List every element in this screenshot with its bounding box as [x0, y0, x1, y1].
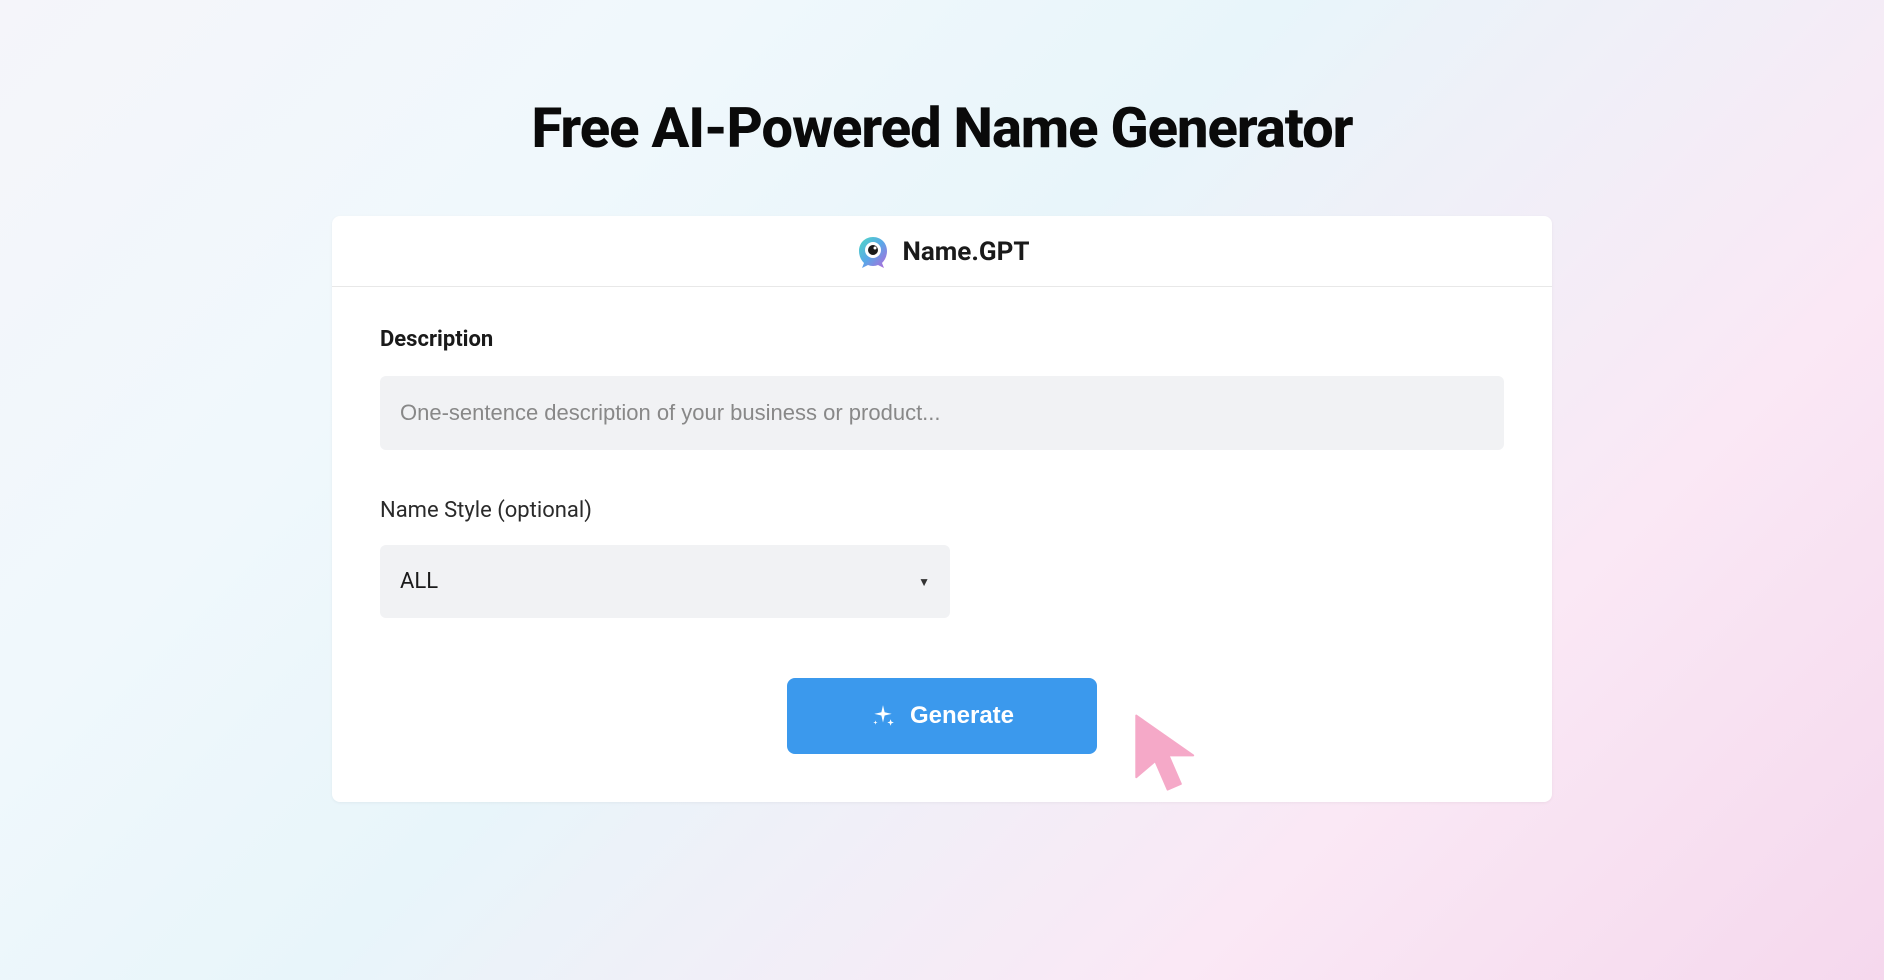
- dropdown-selected-value: ALL: [400, 569, 438, 594]
- card-body: Description Name Style (optional) ALL ▼ …: [332, 287, 1552, 802]
- name-style-label: Name Style (optional): [380, 498, 1504, 523]
- description-label: Description: [380, 327, 1504, 352]
- generate-button-label: Generate: [910, 702, 1014, 730]
- sparkle-icon: [870, 703, 896, 729]
- name-style-dropdown[interactable]: ALL ▼: [380, 545, 950, 618]
- card-header: Name.GPT: [332, 216, 1552, 287]
- page-title: Free AI-Powered Name Generator: [531, 95, 1352, 161]
- description-input[interactable]: [380, 376, 1504, 450]
- generator-card: Name.GPT Description Name Style (optiona…: [332, 216, 1552, 802]
- caret-down-icon: ▼: [918, 575, 930, 589]
- brand-name: Name.GPT: [903, 237, 1030, 267]
- brand-logo-icon: [855, 234, 891, 270]
- generate-button[interactable]: Generate: [787, 678, 1097, 754]
